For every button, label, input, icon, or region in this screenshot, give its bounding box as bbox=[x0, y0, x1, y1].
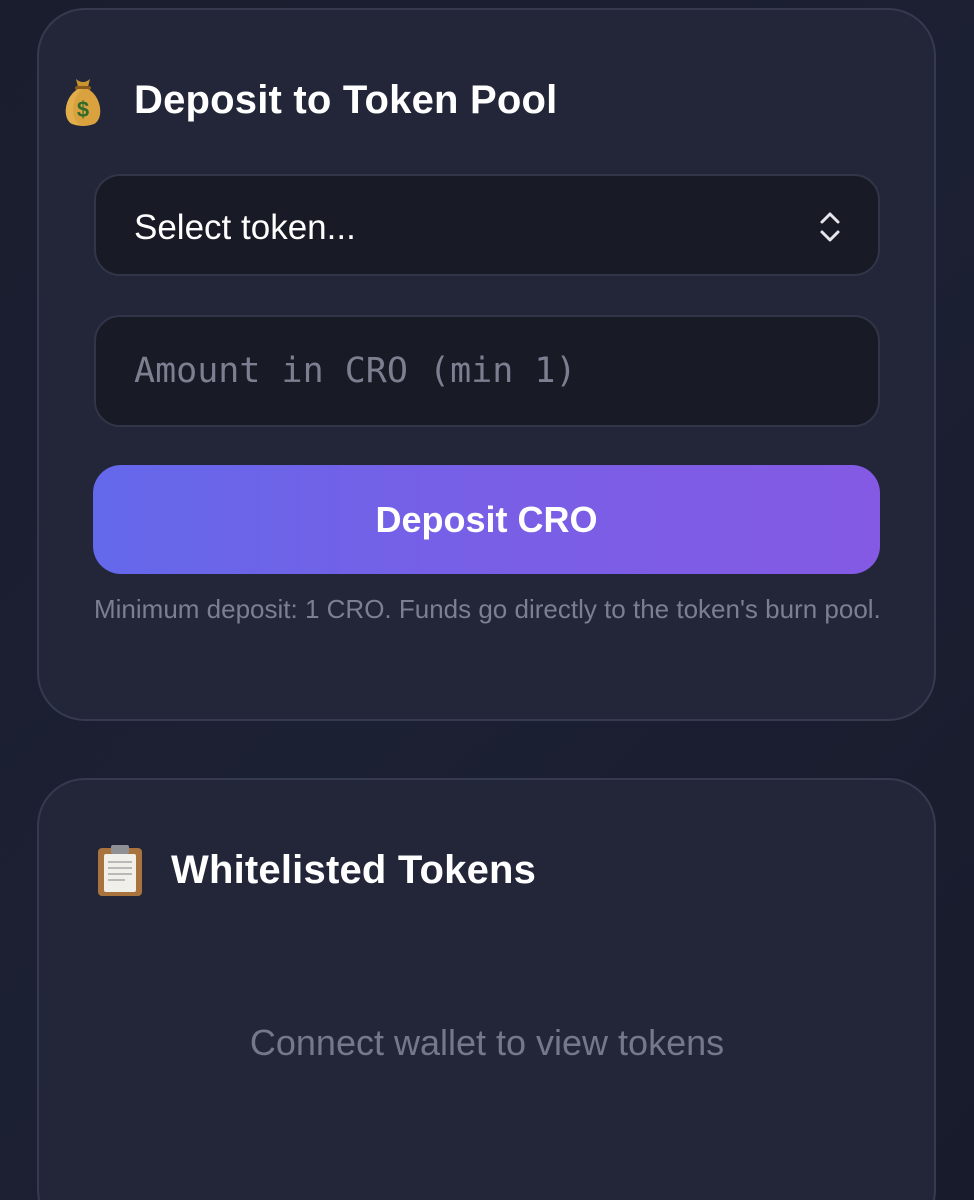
deposit-card-header: $ Deposit to Token Pool bbox=[58, 72, 557, 128]
deposit-card-title: Deposit to Token Pool bbox=[134, 77, 558, 122]
svg-text:$: $ bbox=[77, 97, 89, 122]
clipboard-icon bbox=[95, 842, 145, 898]
chevron-up-down-icon bbox=[820, 212, 840, 242]
deposit-note: Minimum deposit: 1 CRO. Funds go directl… bbox=[94, 594, 881, 624]
money-bag-icon: $ bbox=[58, 72, 108, 128]
tokens-card-header: Whitelisted Tokens bbox=[95, 842, 536, 898]
amount-field[interactable] bbox=[94, 315, 880, 427]
token-select-value: Select token... bbox=[134, 208, 356, 247]
tokens-empty-message: Connect wallet to view tokens bbox=[249, 1022, 725, 1063]
deposit-button[interactable]: Deposit CRO bbox=[93, 465, 880, 574]
token-select[interactable]: Select token... bbox=[94, 174, 880, 276]
amount-input[interactable] bbox=[96, 317, 878, 425]
tokens-card-title: Whitelisted Tokens bbox=[171, 847, 537, 892]
